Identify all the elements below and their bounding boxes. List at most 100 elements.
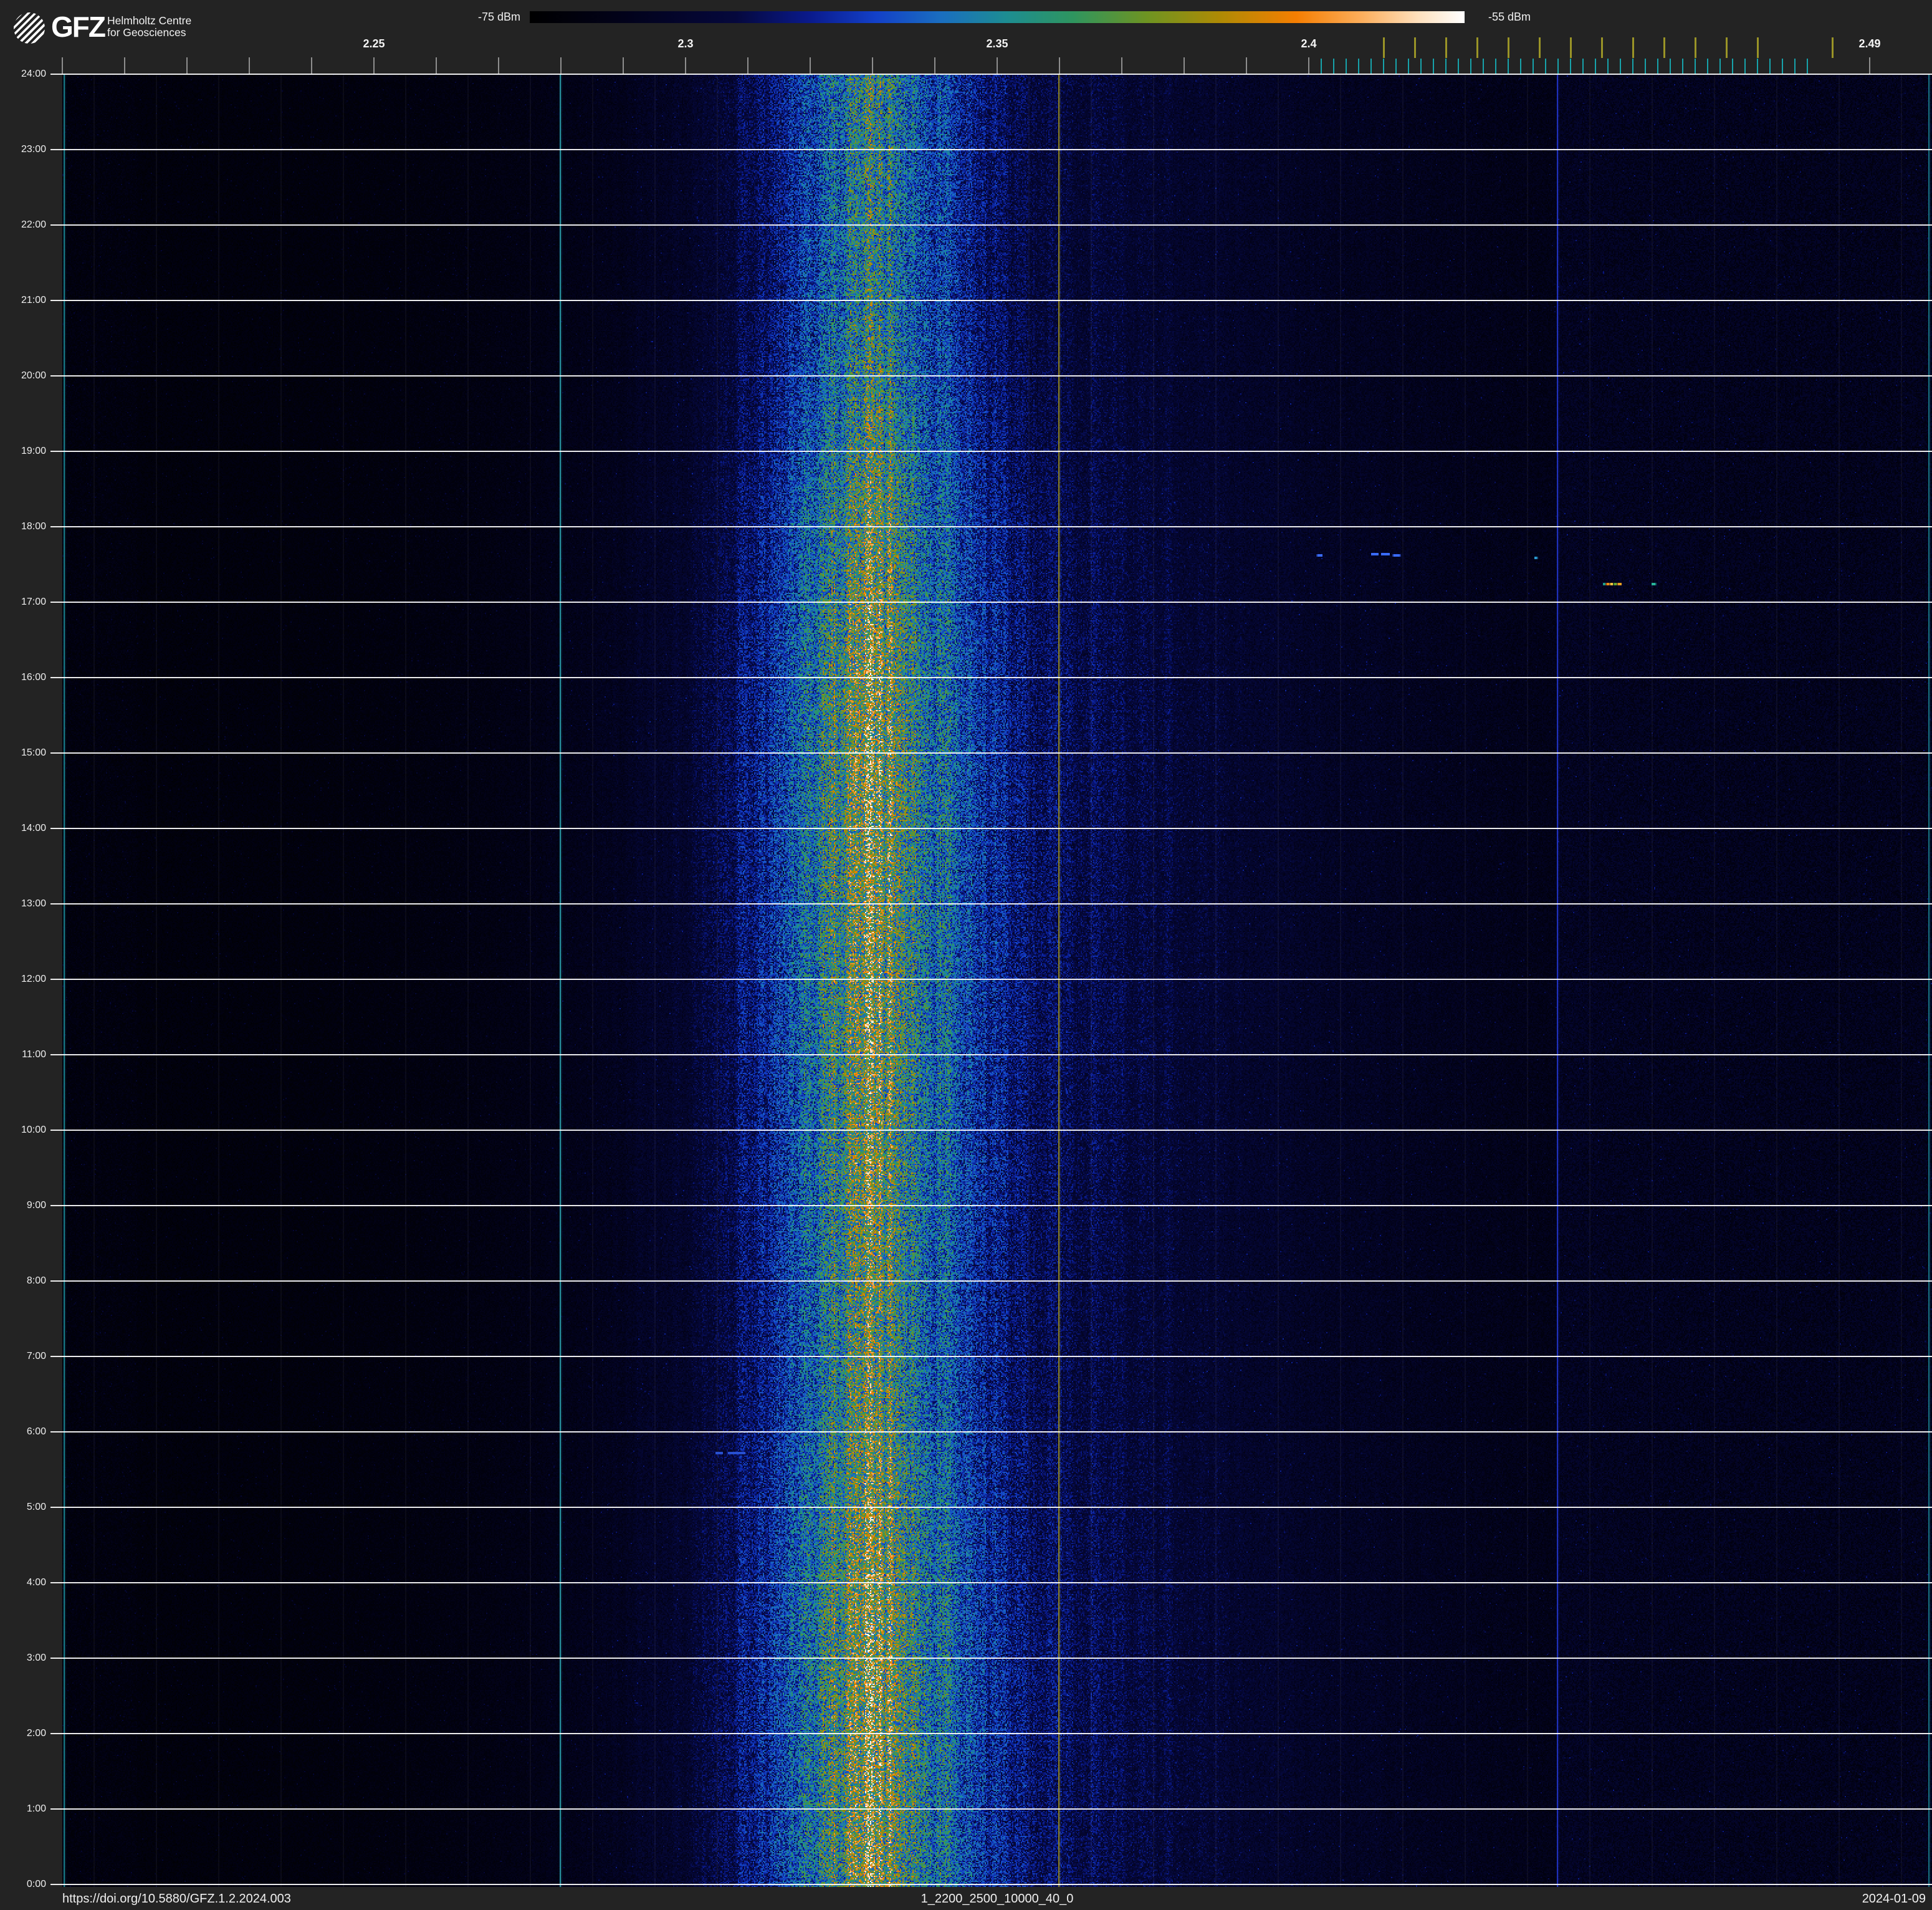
time-label: 24:00	[21, 69, 46, 79]
time-label: 4:00	[26, 1577, 46, 1588]
time-label: 3:00	[26, 1653, 46, 1663]
date-label: 2024-01-09	[1862, 1892, 1926, 1906]
time-label: 18:00	[21, 521, 46, 532]
frequency-tick	[872, 57, 873, 74]
ble-channel-tick	[1420, 59, 1422, 74]
ble-channel-tick	[1520, 59, 1521, 74]
ble-channel-tick	[1670, 59, 1671, 74]
wifi-channel-tick	[1726, 37, 1728, 58]
frequency-tick-label: 2.3	[677, 37, 694, 50]
frequency-tick	[997, 57, 998, 74]
hour-gridline	[50, 979, 1932, 980]
hour-gridline	[50, 1507, 1932, 1508]
ble-channel-tick	[1408, 59, 1409, 74]
doi-link[interactable]: https://doi.org/10.5880/GFZ.1.2.2024.003	[62, 1891, 291, 1906]
wifi-channel-tick	[1757, 37, 1759, 58]
ble-channel-tick	[1483, 59, 1484, 74]
org-name-line2: for Geosciences	[107, 26, 186, 39]
hour-gridline	[50, 903, 1932, 905]
hour-gridline	[50, 1658, 1932, 1659]
ble-channel-tick	[1395, 59, 1397, 74]
ble-channel-tick	[1470, 59, 1471, 74]
time-label: 22:00	[21, 219, 46, 230]
ble-channel-tick	[1707, 59, 1708, 74]
ble-channel-tick	[1445, 59, 1447, 74]
wifi-channel-tick	[1414, 37, 1416, 58]
time-label: 0:00	[26, 1879, 46, 1889]
time-label: 9:00	[26, 1200, 46, 1211]
ble-channel-tick	[1657, 59, 1658, 74]
ble-channel-tick	[1508, 59, 1509, 74]
time-label: 16:00	[21, 672, 46, 683]
frequency-tick	[311, 57, 312, 74]
hour-gridline	[50, 1733, 1932, 1734]
dataset-id: 1_2200_2500_10000_40_0	[921, 1892, 1074, 1906]
spectrogram-canvas	[62, 74, 1932, 1887]
hour-gridline	[50, 1130, 1932, 1131]
hour-gridline	[50, 1356, 1932, 1357]
wifi-channel-tick	[1383, 37, 1385, 58]
hour-gridline	[50, 224, 1932, 226]
wifi-channel-tick	[1508, 37, 1509, 58]
gfz-logo-icon	[14, 12, 45, 44]
colorbar-max-label: -55 dBm	[1488, 11, 1531, 23]
frequency-tick	[934, 57, 935, 74]
time-label: 1:00	[26, 1803, 46, 1814]
hour-gridline	[50, 1054, 1932, 1055]
frequency-tick	[810, 57, 811, 74]
ble-channel-tick	[1495, 59, 1496, 74]
time-label: 12:00	[21, 974, 46, 984]
time-label: 14:00	[21, 823, 46, 833]
ble-channel-tick	[1333, 59, 1334, 74]
ble-channel-tick	[1719, 59, 1721, 74]
ble-channel-tick	[1794, 59, 1796, 74]
org-name-line1: Helmholtz Centre	[107, 14, 192, 27]
colorbar-min-label: -75 dBm	[477, 11, 520, 23]
hour-gridline	[50, 1808, 1932, 1810]
frequency-tick	[373, 57, 375, 74]
ble-channel-tick	[1321, 59, 1322, 74]
hour-gridline	[50, 677, 1932, 678]
ble-channel-tick	[1346, 59, 1347, 74]
frequency-tick-label: 2.49	[1858, 37, 1881, 50]
ble-channel-tick	[1607, 59, 1609, 74]
frequency-tick	[1121, 57, 1122, 74]
time-label: 15:00	[21, 747, 46, 758]
colorbar	[530, 11, 1465, 23]
time-label: 6:00	[26, 1426, 46, 1437]
frequency-tick	[1059, 57, 1060, 74]
ble-channel-tick	[1533, 59, 1534, 74]
spectrogram-page: { "branding": { "logo_icon": "striped-gl…	[0, 0, 1932, 1910]
time-label: 21:00	[21, 295, 46, 305]
frequency-tick-label: 2.25	[363, 37, 385, 50]
time-label: 8:00	[26, 1275, 46, 1286]
ble-channel-tick	[1358, 59, 1359, 74]
ble-channel-tick	[1807, 59, 1808, 74]
ble-channel-tick	[1570, 59, 1571, 74]
frequency-tick	[1869, 57, 1870, 74]
time-label: 23:00	[21, 144, 46, 155]
frequency-tick-label: 2.4	[1301, 37, 1317, 50]
wifi-channel-tick	[1632, 37, 1634, 58]
hour-gridline	[50, 828, 1932, 829]
hour-gridline	[50, 1205, 1932, 1206]
frequency-tick	[747, 57, 748, 74]
wifi-channel-tick	[1476, 37, 1478, 58]
ble-channel-tick	[1695, 59, 1696, 74]
wifi-channel-tick	[1539, 37, 1541, 58]
frequency-tick	[249, 57, 250, 74]
wifi-channel-tick	[1570, 37, 1572, 58]
frequency-tick	[498, 57, 499, 74]
hour-gridline	[50, 602, 1932, 603]
ble-channel-tick	[1370, 59, 1372, 74]
wifi-channel-tick	[1832, 37, 1834, 58]
ble-channel-tick	[1732, 59, 1733, 74]
time-label: 17:00	[21, 597, 46, 607]
ble-channel-tick	[1545, 59, 1546, 74]
hour-gridline	[50, 300, 1932, 301]
frequency-tick	[186, 57, 188, 74]
wifi-channel-tick	[1601, 37, 1603, 58]
frequency-tick	[436, 57, 437, 74]
hour-gridline	[50, 1582, 1932, 1583]
frequency-tick	[62, 57, 63, 74]
